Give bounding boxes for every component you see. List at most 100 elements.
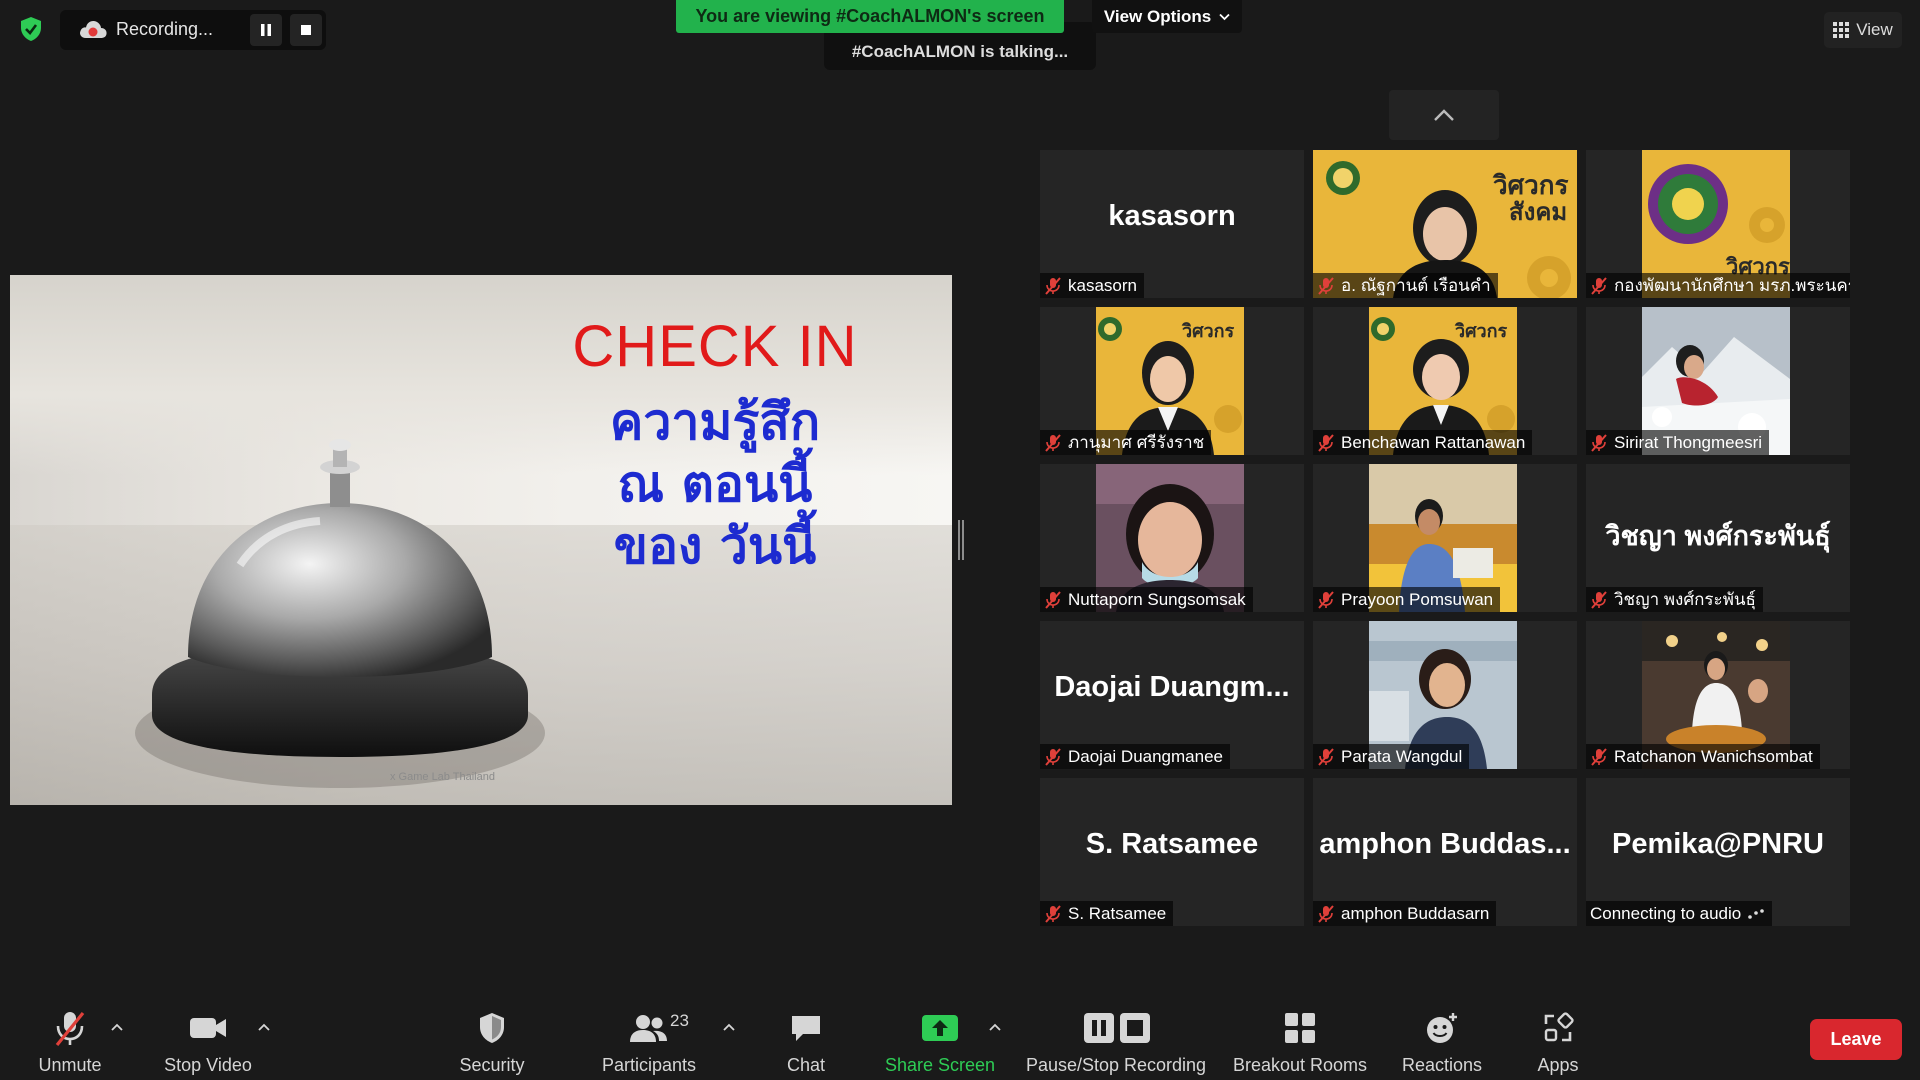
viewing-screen-banner: You are viewing #CoachALMON's screen (676, 0, 1064, 33)
participant-tile[interactable]: amphon Buddas... amphon Buddasarn (1313, 778, 1577, 926)
participant-display-name: วิชญา พงศ์กระพันธุ์ (1605, 521, 1831, 551)
participant-display-name: S. Ratsamee (1085, 828, 1259, 860)
pause-stop-recording-label: Pause/Stop Recording (1025, 1055, 1207, 1075)
reactions-button[interactable]: Reactions (1392, 990, 1492, 1080)
splitter-handle[interactable] (958, 520, 964, 560)
unmute-button[interactable]: Unmute (28, 990, 112, 1080)
chevron-down-icon (1219, 13, 1230, 20)
participant-name: วิชญา พงศ์กระพันธุ์ (1614, 590, 1756, 609)
participant-display-name: kasasorn (1108, 200, 1236, 232)
unmute-label: Unmute (38, 1055, 102, 1075)
apps-button[interactable]: Apps (1520, 990, 1596, 1080)
mic-muted-icon (1591, 747, 1607, 766)
participant-display-name: Pemika@PNRU (1611, 828, 1825, 860)
gallery-prev-page-button[interactable] (1389, 90, 1499, 140)
participant-name: Ratchanon Wanichsombat (1614, 746, 1813, 766)
participant-name-bar: Sirirat Thongmeesri (1586, 430, 1770, 455)
mic-muted-icon (1045, 433, 1061, 452)
mic-muted-icon (1318, 904, 1334, 923)
mic-muted-icon (1045, 590, 1061, 609)
participant-display-name: Daojai Duangm... (1054, 671, 1290, 703)
recording-label: Recording... (116, 19, 214, 39)
slide-footer: x Game Lab Thailand (390, 771, 495, 783)
breakout-rooms-button[interactable]: Breakout Rooms (1228, 990, 1372, 1080)
participant-name: Benchawan Rattanawan (1341, 432, 1526, 452)
service-bell-image (135, 439, 545, 788)
participant-name-bar: วิชญา พงศ์กระพันธุ์ (1586, 587, 1763, 612)
participant-name-bar: กองพัฒนานักศึกษา มรภ.พระนคร (1586, 273, 1850, 298)
view-button-label: View (1856, 20, 1893, 39)
participant-name-bar: Ratchanon Wanichsombat (1586, 744, 1820, 769)
participant-tile[interactable]: Ratchanon Wanichsombat (1586, 621, 1850, 769)
share-screen-icon (916, 1008, 964, 1048)
video-camera-icon (184, 1008, 232, 1048)
video-options-caret[interactable] (257, 1020, 271, 1034)
participant-name-bar: Prayoon Pomsuwan (1313, 587, 1501, 612)
participant-name: กองพัฒนานักศึกษา มรภ.พระนคร (1614, 276, 1850, 295)
svg-text:สังคม: สังคม (1509, 198, 1567, 226)
chat-button[interactable]: Chat (770, 990, 842, 1080)
participant-name-bar: Parata Wangdul (1313, 744, 1470, 769)
participant-name-bar: kasasorn (1040, 273, 1144, 298)
participant-tile[interactable]: วิศวกร Benchawan Rattanawan (1313, 307, 1577, 455)
svg-text:วิศวกร: วิศวกร (1454, 321, 1507, 342)
stop-video-button[interactable]: Stop Video (158, 990, 258, 1080)
participants-label: Participants (601, 1055, 697, 1075)
svg-text:วิศวกร: วิศวกร (1493, 171, 1569, 201)
participant-name: amphon Buddasarn (1341, 903, 1490, 923)
view-options-button[interactable]: View Options (1092, 0, 1242, 33)
participant-name-bar: Connecting to audio (1586, 901, 1773, 926)
share-options-caret[interactable] (988, 1020, 1002, 1034)
breakout-rooms-icon (1276, 1008, 1324, 1048)
apps-icon (1534, 1008, 1582, 1048)
participant-tile[interactable]: Nuttaporn Sungsomsak (1040, 464, 1304, 612)
participant-tile[interactable]: วิศวกร สังคม อ. ณัฐกานต์ เรือนคำ (1313, 150, 1577, 298)
security-shield-icon (468, 1008, 516, 1048)
participant-tile[interactable]: Prayoon Pomsuwan (1313, 464, 1577, 612)
security-label: Security (459, 1055, 525, 1075)
participant-name-bar: Nuttaporn Sungsomsak (1040, 587, 1253, 612)
mic-muted-icon (1318, 590, 1334, 609)
chevron-up-icon (1434, 109, 1454, 121)
participant-tile[interactable]: S. Ratsamee S. Ratsamee (1040, 778, 1304, 926)
participant-name-bar: ภานุมาศ ศรีรังราช (1040, 430, 1212, 455)
participant-name: Connecting to audio (1590, 903, 1742, 923)
cloud-recording-icon (78, 18, 108, 40)
share-screen-label: Share Screen (884, 1055, 996, 1075)
stop-recording-button[interactable] (290, 14, 322, 46)
audio-options-caret[interactable] (110, 1020, 124, 1034)
pause-recording-button[interactable] (250, 14, 282, 46)
chevron-up-icon (723, 1023, 735, 1031)
gallery-view-button[interactable]: View (1824, 12, 1902, 48)
participant-tile[interactable]: วิศวกร กองพัฒนานักศึกษา มรภ.พระนคร (1586, 150, 1850, 298)
participants-options-caret[interactable] (722, 1020, 736, 1034)
participant-tile[interactable]: kasasorn kasasorn (1040, 150, 1304, 298)
leave-meeting-button[interactable]: Leave (1810, 1019, 1902, 1060)
encryption-shield-icon[interactable] (18, 16, 44, 42)
mic-muted-icon (1045, 904, 1061, 923)
participant-display-name: amphon Buddas... (1319, 828, 1571, 860)
participant-tile[interactable]: วิชญา พงศ์กระพันธุ์ วิชญา พงศ์กระพันธุ์ (1586, 464, 1850, 612)
participant-tile[interactable]: Parata Wangdul (1313, 621, 1577, 769)
participant-name: S. Ratsamee (1068, 903, 1167, 923)
reactions-label: Reactions (1401, 1055, 1483, 1075)
participant-tile[interactable]: Sirirat Thongmeesri (1586, 307, 1850, 455)
stop-video-label: Stop Video (164, 1055, 252, 1075)
participant-tile[interactable]: Pemika@PNRU Connecting to audio (1586, 778, 1850, 926)
participant-tile[interactable]: วิศวกร ภานุมาศ ศรีรังราช (1040, 307, 1304, 455)
chevron-up-icon (989, 1023, 1001, 1031)
slide-line-3: ของ วันนี้ (613, 517, 817, 575)
participants-count: 23 (670, 1011, 689, 1030)
participant-tile[interactable]: Daojai Duangm... Daojai Duangmanee (1040, 621, 1304, 769)
security-button[interactable]: Security (450, 990, 534, 1080)
chat-bubble-icon (782, 1008, 830, 1048)
pause-stop-recording-button[interactable]: Pause/Stop Recording (1020, 990, 1212, 1080)
slide-title: CHECK IN (572, 314, 858, 379)
breakout-rooms-label: Breakout Rooms (1232, 1055, 1368, 1075)
share-screen-button[interactable]: Share Screen (880, 990, 1000, 1080)
participant-name: Nuttaporn Sungsomsak (1068, 589, 1246, 609)
participants-button[interactable]: 23 Participants (594, 990, 704, 1080)
participant-name: kasasorn (1068, 275, 1137, 295)
mic-muted-icon (1318, 433, 1334, 452)
mic-muted-icon (1591, 433, 1607, 452)
